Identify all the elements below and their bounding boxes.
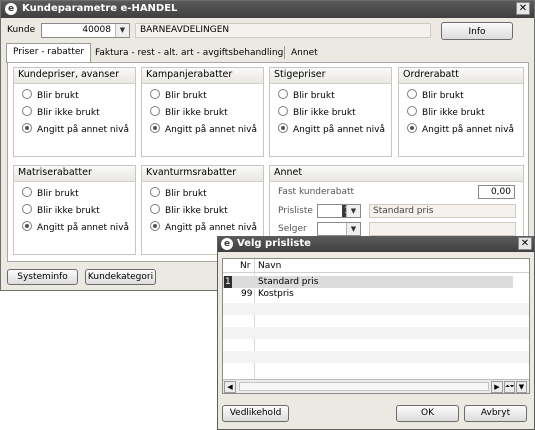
group-matrix-discounts: Matriserabatter Blir brukt Blir ikke bru… [13, 165, 136, 255]
group-title: Matriserabatter [14, 166, 135, 182]
seller-select[interactable]: ▼ [317, 222, 361, 236]
table-row[interactable]: 99 Kostpris [223, 288, 513, 300]
group-order-discount: Ordrerabatt Blir brukt Blir ikke brukt A… [398, 67, 524, 157]
pricelist-label: Prisliste [278, 206, 313, 216]
fixed-discount-input[interactable]: 0,00 [478, 185, 515, 199]
group-ladder-prices: Stigepriser Blir brukt Blir ikke brukt A… [269, 67, 392, 157]
radio-icon[interactable] [22, 123, 32, 133]
column-header-nr[interactable]: Nr [240, 261, 250, 271]
maintain-button[interactable]: Vedlikehold [222, 405, 289, 422]
radio-not-used[interactable]: Blir ikke brukt [407, 106, 485, 118]
radio-icon[interactable] [22, 187, 32, 197]
fixed-discount-label: Fast kunderabatt [278, 187, 355, 197]
radio-used[interactable]: Blir brukt [150, 89, 207, 101]
customer-label: Kunde [7, 25, 36, 35]
group-title: Kundepriser, avanser [14, 68, 135, 84]
horizontal-scrollbar[interactable]: ◀ ▶ ⏶⏷ ▼ [223, 379, 529, 393]
radio-used[interactable]: Blir brukt [407, 89, 464, 101]
radio-used[interactable]: Blir brukt [278, 89, 335, 101]
pricelist-name-field: Standard pris [369, 204, 516, 218]
scroll-down-icon[interactable]: ▼ [516, 381, 527, 393]
pricelist-select[interactable]: 1 ▼ [317, 204, 361, 218]
systeminfo-button[interactable]: Systeminfo [7, 269, 78, 285]
tab-other[interactable]: Annet [285, 45, 324, 62]
row-navn: Kostpris [258, 289, 294, 299]
dialog-title: Velg prisliste [237, 238, 311, 249]
empty-row [223, 303, 529, 315]
radio-icon[interactable] [150, 123, 160, 133]
chevron-down-icon[interactable]: ▼ [346, 223, 360, 235]
radio-icon[interactable] [150, 221, 160, 231]
scrollbar-thumb[interactable] [239, 382, 489, 391]
info-button[interactable]: Info [441, 22, 513, 40]
table-row[interactable]: 1 Standard pris [223, 276, 513, 288]
pricelist-table: Nr Navn 1 Standard pris 99 Kostpris ◀ ▶ … [222, 258, 530, 394]
table-header: Nr Navn [223, 259, 529, 379]
scroll-up-down-icon[interactable]: ⏶⏷ [504, 381, 515, 393]
row-nr: 99 [241, 289, 253, 299]
radio-not-used[interactable]: Blir ikke brukt [22, 106, 100, 118]
radio-not-used[interactable]: Blir ikke brukt [278, 106, 356, 118]
close-icon[interactable]: ✕ [518, 237, 532, 250]
window-titlebar[interactable]: e Kundeparametre e-HANDEL ✕ [1, 1, 534, 18]
radio-other-level[interactable]: Angitt på annet nivå [278, 123, 385, 135]
radio-not-used[interactable]: Blir ikke brukt [150, 204, 228, 216]
dialog-titlebar[interactable]: e Velg prisliste ✕ [218, 237, 534, 252]
customer-name-field: BARNEAVDELINGEN [135, 23, 431, 38]
radio-not-used[interactable]: Blir ikke brukt [150, 106, 228, 118]
radio-used[interactable]: Blir brukt [150, 187, 207, 199]
column-header-navn[interactable]: Navn [258, 261, 281, 271]
radio-icon[interactable] [22, 221, 32, 231]
radio-icon[interactable] [22, 89, 32, 99]
chevron-down-icon[interactable]: ▼ [346, 205, 360, 217]
seller-label: Selger [278, 224, 307, 234]
radio-icon[interactable] [150, 204, 160, 214]
close-icon[interactable]: ✕ [516, 2, 530, 15]
radio-other-level[interactable]: Angitt på annet nivå [22, 123, 129, 135]
scroll-right-icon[interactable]: ▶ [491, 381, 503, 393]
customer-number-select[interactable]: 40008 ▼ [41, 23, 130, 38]
empty-row [223, 327, 529, 339]
group-title: Kvanturmsrabatter [142, 166, 263, 182]
radio-icon[interactable] [407, 106, 417, 116]
group-title: Ordrerabatt [399, 68, 523, 84]
radio-icon[interactable] [278, 106, 288, 116]
radio-icon[interactable] [407, 123, 417, 133]
radio-other-level[interactable]: Angitt på annet nivå [22, 221, 129, 233]
chevron-down-icon[interactable]: ▼ [115, 24, 129, 37]
radio-icon[interactable] [22, 204, 32, 214]
group-campaign-discounts: Kampanjerabatter Blir brukt Blir ikke br… [141, 67, 264, 157]
group-title: Annet [270, 166, 523, 182]
row-navn: Standard pris [258, 277, 319, 287]
radio-other-level[interactable]: Angitt på annet nivå [150, 221, 257, 233]
row-nr: 1 [224, 276, 232, 288]
radio-other-level[interactable]: Angitt på annet nivå [150, 123, 257, 135]
empty-row [223, 351, 529, 363]
group-title: Kampanjerabatter [142, 68, 263, 84]
tab-invoice-rest[interactable]: Faktura - rest - alt. art - avgiftsbehan… [89, 45, 289, 62]
window-title: Kundeparametre e-HANDEL [22, 3, 178, 14]
radio-icon[interactable] [150, 106, 160, 116]
customer-number: 40008 [82, 25, 111, 35]
radio-icon[interactable] [407, 89, 417, 99]
radio-used[interactable]: Blir brukt [22, 187, 79, 199]
tab-prices-discounts[interactable]: Priser - rabatter [6, 43, 92, 63]
group-title: Stigepriser [270, 68, 391, 84]
radio-icon[interactable] [22, 106, 32, 116]
radio-icon[interactable] [278, 89, 288, 99]
customer-category-button[interactable]: Kundekategori [85, 269, 156, 285]
radio-not-used[interactable]: Blir ikke brukt [22, 204, 100, 216]
seller-name-field [369, 222, 516, 236]
app-logo-icon: e [221, 238, 233, 250]
ok-button[interactable]: OK [396, 405, 459, 422]
app-logo-icon: e [5, 3, 17, 15]
scroll-left-icon[interactable]: ◀ [224, 381, 236, 393]
radio-icon[interactable] [150, 89, 160, 99]
radio-used[interactable]: Blir brukt [22, 89, 79, 101]
radio-icon[interactable] [278, 123, 288, 133]
group-customer-prices: Kundepriser, avanser Blir brukt Blir ikk… [13, 67, 136, 157]
radio-other-level[interactable]: Angitt på annet nivå [407, 123, 514, 135]
radio-icon[interactable] [150, 187, 160, 197]
cancel-button[interactable]: Avbryt [464, 405, 527, 422]
